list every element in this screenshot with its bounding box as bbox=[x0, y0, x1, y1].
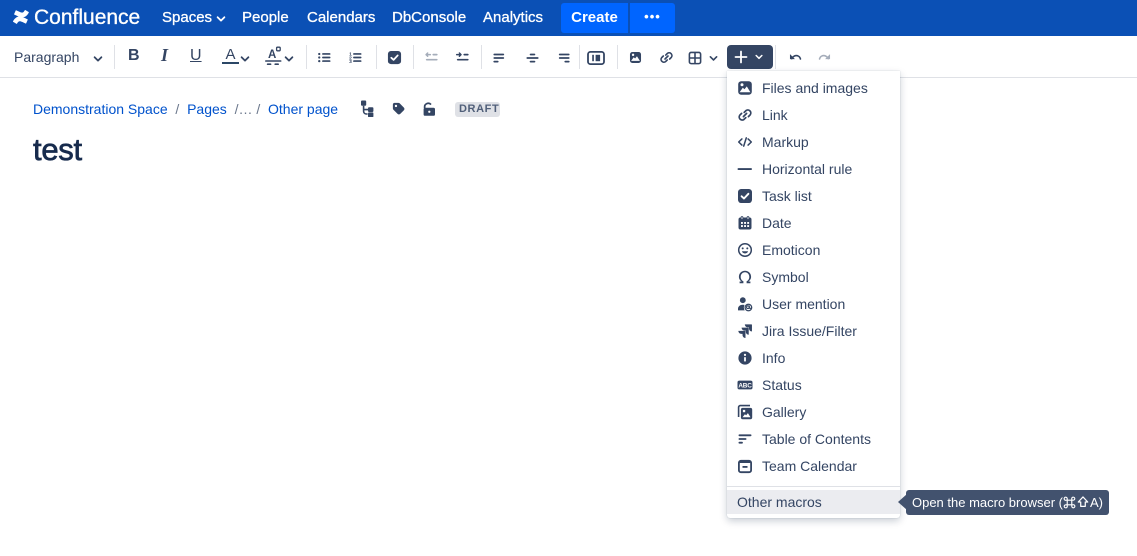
svg-text:A: A bbox=[268, 49, 276, 61]
